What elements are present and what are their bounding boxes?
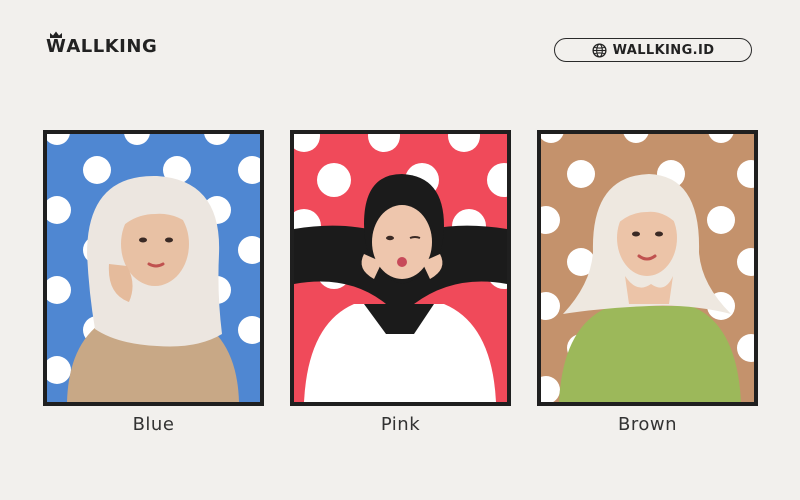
logo-text: ALLKING xyxy=(66,36,158,57)
photo-card-blue[interactable] xyxy=(43,130,264,406)
brand-logo[interactable]: W ALLKING xyxy=(46,31,158,57)
photo-pink xyxy=(294,134,507,402)
crown-icon xyxy=(50,31,62,38)
caption-brown: Brown xyxy=(618,414,677,435)
logo-w-letter: W xyxy=(46,31,67,57)
globe-icon xyxy=(592,42,607,58)
logo-w-text: W xyxy=(46,36,67,57)
website-label: WALLKING.ID xyxy=(612,42,715,58)
photo-blue xyxy=(47,134,260,402)
caption-pink: Pink xyxy=(380,414,421,435)
photo-card-pink[interactable] xyxy=(290,130,511,406)
caption-blue: Blue xyxy=(132,414,175,435)
photo-brown xyxy=(541,134,754,402)
website-link[interactable]: WALLKING.ID xyxy=(554,38,752,62)
photo-card-brown[interactable] xyxy=(537,130,758,406)
